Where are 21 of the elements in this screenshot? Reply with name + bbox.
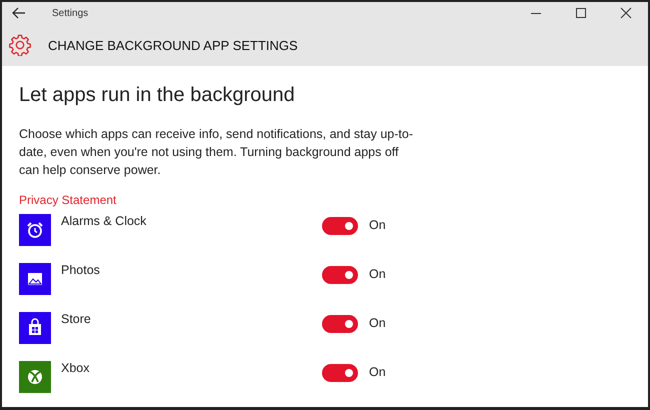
- toggle-state-label: On: [369, 365, 386, 379]
- page-title: CHANGE BACKGROUND APP SETTINGS: [48, 38, 298, 52]
- app-name: Photos: [61, 263, 101, 277]
- description-text: Choose which apps can receive info, send notifications, and stay up-to-date, even when you're not using them. Turning background apps off can help conserve power.: [19, 126, 414, 179]
- toggle-state-label: On: [369, 316, 386, 330]
- maximize-icon[interactable]: [575, 7, 587, 19]
- back-arrow-icon[interactable]: [12, 7, 26, 19]
- toggle-state-label: On: [369, 267, 386, 281]
- app-name: Alarms & Clock: [61, 214, 148, 228]
- section-heading: Let apps run in the background: [19, 84, 296, 107]
- toggle-switch[interactable]: [322, 217, 358, 235]
- gear-icon: [9, 34, 31, 56]
- app-name: Store: [61, 312, 92, 326]
- privacy-link[interactable]: Privacy Statement: [19, 193, 116, 207]
- app-name: Xbox: [61, 361, 90, 375]
- close-icon[interactable]: [620, 7, 632, 19]
- toggle-state-label: On: [369, 218, 386, 232]
- toggle-switch[interactable]: [322, 364, 358, 382]
- window-title: Settings: [52, 8, 88, 18]
- toggle-switch[interactable]: [322, 315, 358, 333]
- toggle-switch[interactable]: [322, 266, 358, 284]
